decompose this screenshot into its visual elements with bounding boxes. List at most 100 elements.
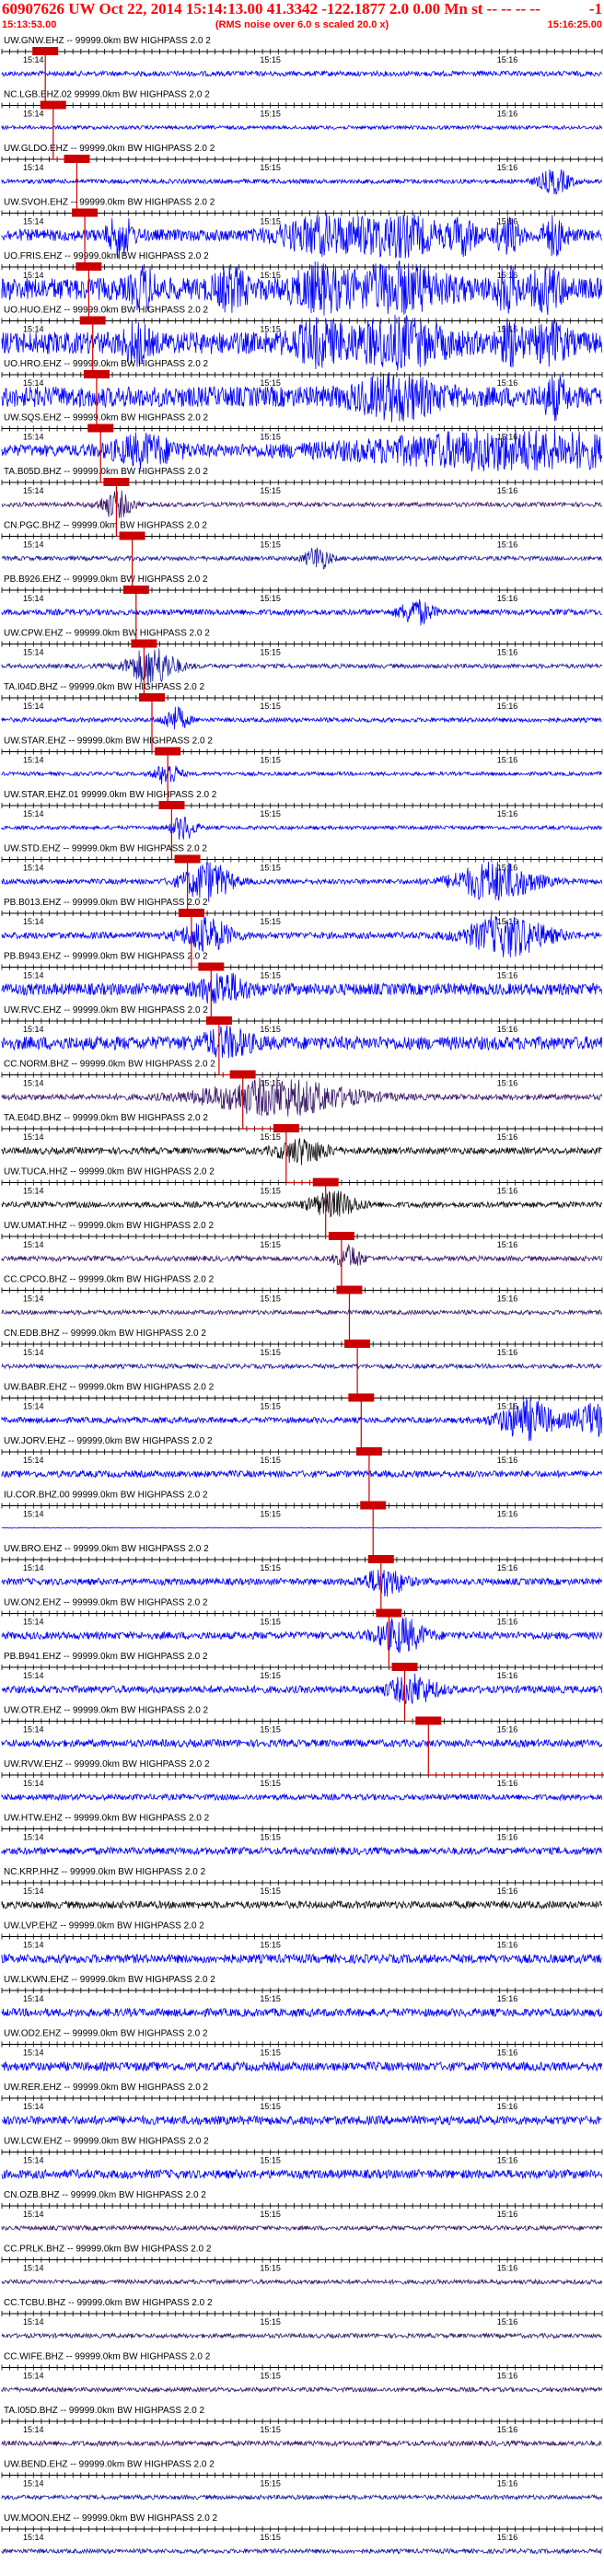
minute-label: 15:16 xyxy=(497,2048,518,2058)
trace-row: CN.EDB.BHZ -- 99999.0km BW HIGHPASS 2.0 … xyxy=(1,1329,603,1370)
trace-row: UW.BRO.EHZ -- 99999.0km BW HIGHPASS 2.0 … xyxy=(1,1544,603,1597)
minute-label: 15:14 xyxy=(23,1456,44,1465)
minute-label: 15:14 xyxy=(23,1132,44,1142)
trace-row: NC.LGB.EHZ.02 99999.0km BW HIGHPASS 2.0 … xyxy=(1,90,603,131)
minute-label: 15:14 xyxy=(23,1079,44,1088)
minute-label: 15:14 xyxy=(23,1833,44,1842)
trace-row: UW.TUCA.HHZ -- 99999.0km BW HIGHPASS 2.0… xyxy=(1,1167,603,1218)
trace-row: CC.TCBU.BHZ -- 99999.0km BW HIGHPASS 2.0… xyxy=(1,2298,603,2339)
minute-label: 15:15 xyxy=(260,2210,281,2219)
minute-label: 15:14 xyxy=(23,55,44,64)
minute-label: 15:16 xyxy=(497,1510,518,1519)
waveform xyxy=(1,547,603,570)
minute-label: 15:16 xyxy=(497,271,518,280)
minute-label: 15:14 xyxy=(23,917,44,926)
minute-label: 15:16 xyxy=(497,809,518,818)
minute-label: 15:15 xyxy=(260,1725,281,1735)
station-label: PB.B941.EHZ -- 99999.0km BW HIGHPASS 2.0… xyxy=(4,1652,208,1662)
minute-label: 15:15 xyxy=(260,1402,281,1411)
minute-label: 15:15 xyxy=(260,486,281,495)
minute-label: 15:15 xyxy=(260,271,281,280)
seismogram-plot: UW.GNW.EHZ -- 99999.0km BW HIGHPASS 2.0 … xyxy=(1,36,604,2555)
station-label: UW.SQS.EHZ -- 99999.0km BW HIGHPASS 2.0 … xyxy=(4,413,209,424)
trace-row: UW.RVC.EHZ -- 99999.0km BW HIGHPASS 2.0 … xyxy=(1,1005,603,1059)
trace-row: IU.COR.BHZ.00 99999.0km BW HIGHPASS 2.0 … xyxy=(1,1491,603,1529)
minute-label: 15:16 xyxy=(497,55,518,64)
trace-row: CN.OZB.BHZ -- 99999.0km BW HIGHPASS 2.0 … xyxy=(1,2190,603,2232)
trace-row: UW.STAR.EHZ -- 99999.0km BW HIGHPASS 2.0… xyxy=(1,737,603,784)
minute-label: 15:14 xyxy=(23,1402,44,1411)
minute-label: 15:14 xyxy=(23,2533,44,2542)
minute-label: 15:14 xyxy=(23,2317,44,2327)
minute-label: 15:14 xyxy=(23,1294,44,1304)
trace-row: UW.UMAT.HHZ -- 99999.0km BW HIGHPASS 2.0… xyxy=(1,1221,603,1267)
minute-label: 15:16 xyxy=(497,1025,518,1034)
minute-label: 15:15 xyxy=(260,217,281,226)
minute-label: 15:14 xyxy=(23,2102,44,2111)
waveform xyxy=(1,2278,603,2286)
trace-row: UW.CPW.EHZ -- 99999.0km BW HIGHPASS 2.0 … xyxy=(1,629,603,687)
station-label: UW.BABR.EHZ -- 99999.0km BW HIGHPASS 2.0… xyxy=(4,1383,215,1393)
minute-label: 15:15 xyxy=(260,809,281,818)
plot-header: 60907626 UW Oct 22, 2014 15:14:13.00 41.… xyxy=(0,0,604,33)
minute-label: 15:14 xyxy=(23,2210,44,2219)
station-label: UW.CPW.EHZ -- 99999.0km BW HIGHPASS 2.0 … xyxy=(4,629,210,639)
minute-label: 15:15 xyxy=(260,1456,281,1465)
minute-label: 15:15 xyxy=(260,325,281,334)
waveform xyxy=(1,2385,603,2394)
minute-label: 15:14 xyxy=(23,540,44,550)
trace-row: PB.B926.EHZ -- 99999.0km BW HIGHPASS 2.0… xyxy=(1,574,603,626)
station-label: UW.MOON.EHZ -- 99999.0km BW HIGHPASS 2.0… xyxy=(4,2513,218,2524)
minute-label: 15:15 xyxy=(260,1563,281,1572)
minute-label: 15:16 xyxy=(497,1563,518,1572)
minute-label: 15:15 xyxy=(260,1025,281,1034)
station-label: CN.EDB.BHZ -- 99999.0km BW HIGHPASS 2.0 … xyxy=(4,1329,206,1339)
trace-row: PB.B941.EHZ -- 99999.0km BW HIGHPASS 2.0… xyxy=(1,1652,603,1704)
minute-label: 15:14 xyxy=(23,702,44,711)
station-label: CC.WIFE.BHZ -- 99999.0km BW HIGHPASS 2.0… xyxy=(4,2352,211,2362)
minute-label: 15:14 xyxy=(23,1941,44,1950)
trace-row: TA.B05D.BHZ -- 99999.0km BW HIGHPASS 2.0… xyxy=(1,467,603,518)
minute-label: 15:14 xyxy=(23,1187,44,1196)
station-label: UW.GLDO.EHZ -- 99999.0km BW HIGHPASS 2.0… xyxy=(4,144,215,154)
trace-row: UW.RVW.EHZ -- 99999.0km BW HIGHPASS 2.0 … xyxy=(1,1759,603,1802)
minute-label: 15:16 xyxy=(497,378,518,388)
waveform xyxy=(1,2168,603,2180)
trace-row: UW.OD2.EHZ -- 99999.0km BW HIGHPASS 2.0 … xyxy=(1,2029,603,2072)
trace-row: TA.E04D.BHZ -- 99999.0km BW HIGHPASS 2.0… xyxy=(1,1113,603,1166)
minute-label: 15:15 xyxy=(260,1348,281,1357)
station-label: UW.OD2.EHZ -- 99999.0km BW HIGHPASS 2.0 … xyxy=(4,2029,208,2039)
waveform xyxy=(1,1793,603,1802)
station-label: UW.STAR.EHZ -- 99999.0km BW HIGHPASS 2.0… xyxy=(4,737,213,747)
station-label: UW.HTW.EHZ -- 99999.0km BW HIGHPASS 2.0 … xyxy=(4,1814,210,1824)
minute-label: 15:16 xyxy=(497,702,518,711)
minute-label: 15:16 xyxy=(497,2479,518,2489)
waveform xyxy=(1,1308,603,1317)
minute-label: 15:16 xyxy=(497,2372,518,2381)
station-label: UW.GNW.EHZ -- 99999.0km BW HIGHPASS 2.0 … xyxy=(4,36,211,46)
minute-label: 15:16 xyxy=(497,1671,518,1680)
minute-label: 15:14 xyxy=(23,378,44,388)
minute-label: 15:16 xyxy=(497,1618,518,1627)
minute-label: 15:15 xyxy=(260,433,281,442)
station-label: UW.UMAT.HHZ -- 99999.0km BW HIGHPASS 2.0… xyxy=(4,1221,214,1231)
minute-label: 15:14 xyxy=(23,1240,44,1249)
minute-label: 15:14 xyxy=(23,271,44,280)
minute-label: 15:16 xyxy=(497,2102,518,2111)
minute-label: 15:16 xyxy=(497,1348,518,1357)
trace-row: CC.WIFE.BHZ -- 99999.0km BW HIGHPASS 2.0… xyxy=(1,2352,603,2394)
trace-row: UW.STAR.EHZ.01 99999.0km BW HIGHPASS 2.0… xyxy=(1,790,603,840)
waveform xyxy=(1,1569,603,1597)
minute-label: 15:15 xyxy=(260,2048,281,2058)
minute-label: 15:16 xyxy=(497,1294,518,1304)
station-label: UW.LKWN.EHZ -- 99999.0km BW HIGHPASS 2.0… xyxy=(4,1975,215,1985)
station-label: UW.RER.EHZ -- 99999.0km BW HIGHPASS 2.0 … xyxy=(4,2083,209,2093)
minute-label: 15:15 xyxy=(260,110,281,119)
trace-row: CC.PRLK.BHZ -- 99999.0km BW HIGHPASS 2.0… xyxy=(1,2245,603,2286)
trace-row: UW.MOON.EHZ -- 99999.0km BW HIGHPASS 2.0… xyxy=(1,2513,603,2555)
minute-label: 15:14 xyxy=(23,2372,44,2381)
minute-label: 15:15 xyxy=(260,1886,281,1896)
minute-label: 15:16 xyxy=(497,540,518,550)
station-label: CN.OZB.BHZ -- 99999.0km BW HIGHPASS 2.0 … xyxy=(4,2190,206,2200)
waveform xyxy=(1,69,603,78)
